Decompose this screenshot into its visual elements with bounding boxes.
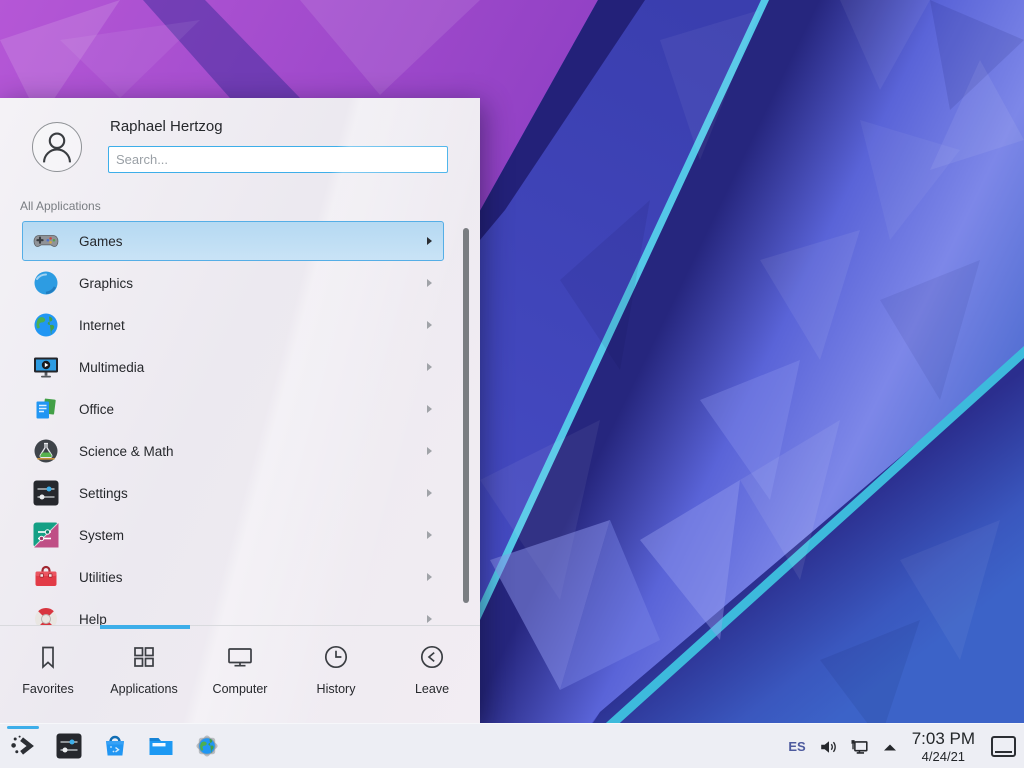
clock-date: 4/24/21 <box>912 750 975 763</box>
expand-arrow-icon[interactable] <box>882 742 898 752</box>
tab-history[interactable]: History <box>288 626 384 723</box>
application-category-list: Games Graphics Internet Multimedia Office Sci… <box>0 220 480 625</box>
user-avatar-icon <box>32 122 82 172</box>
submenu-arrow-icon <box>427 489 432 497</box>
system-settings-launcher[interactable] <box>54 731 84 761</box>
category-label: Office <box>79 402 480 417</box>
show-desktop-button[interactable] <box>991 736 1016 757</box>
clock-time: 7:03 PM <box>912 730 975 747</box>
tab-computer[interactable]: Computer <box>192 626 288 723</box>
category-label: Help <box>79 612 480 626</box>
category-row-office[interactable]: Office <box>0 388 480 430</box>
category-row-internet[interactable]: Internet <box>0 304 480 346</box>
scrollbar-thumb[interactable] <box>463 228 469 603</box>
category-row-multimedia[interactable]: Multimedia <box>0 346 480 388</box>
graphics-icon <box>32 269 60 297</box>
office-icon <box>32 395 60 423</box>
active-tab-indicator <box>100 625 190 629</box>
submenu-arrow-icon <box>427 573 432 581</box>
launcher-open-indicator <box>7 726 39 729</box>
taskbar-panel: ES 7:03 PM 4/24/21 <box>0 723 1024 768</box>
tab-label: History <box>317 682 356 696</box>
category-row-system[interactable]: System <box>0 514 480 556</box>
submenu-arrow-icon <box>427 363 432 371</box>
digital-clock[interactable]: 7:03 PM 4/24/21 <box>912 730 975 763</box>
category-row-utilities[interactable]: Utilities <box>0 556 480 598</box>
section-label: All Applications <box>20 199 101 213</box>
panel-launchers <box>8 731 222 761</box>
desktop: Raphael Hertzog All Applications Games Gr… <box>0 0 1024 768</box>
help-icon <box>32 605 60 625</box>
category-row-games[interactable]: Games <box>0 220 480 262</box>
category-row-settings[interactable]: Settings <box>0 472 480 514</box>
history-icon <box>321 642 351 672</box>
computer-icon <box>225 642 255 672</box>
tab-label: Applications <box>110 682 177 696</box>
category-label: Graphics <box>79 276 480 291</box>
keyboard-layout-indicator[interactable]: ES <box>788 739 805 754</box>
category-label: Science & Math <box>79 444 480 459</box>
application-launcher-popup: Raphael Hertzog All Applications Games Gr… <box>0 98 480 723</box>
multimedia-icon <box>32 353 60 381</box>
utilities-icon <box>32 563 60 591</box>
category-label: Utilities <box>79 570 480 585</box>
category-label: Games <box>79 234 480 249</box>
discover-launcher[interactable] <box>100 731 130 761</box>
category-row-science-math[interactable]: Science & Math <box>0 430 480 472</box>
tray-icons <box>818 736 912 758</box>
file-manager-launcher[interactable] <box>146 731 176 761</box>
user-name: Raphael Hertzog <box>110 118 223 135</box>
category-label: Multimedia <box>79 360 480 375</box>
applications-icon <box>129 642 159 672</box>
category-label: Settings <box>79 486 480 501</box>
submenu-arrow-icon <box>427 237 432 245</box>
application-launcher-button[interactable] <box>8 731 38 761</box>
volume-icon[interactable] <box>818 736 840 758</box>
games-icon <box>32 227 60 255</box>
settings-icon <box>32 479 60 507</box>
category-label: Internet <box>79 318 480 333</box>
science-icon <box>32 437 60 465</box>
favorites-icon <box>33 642 63 672</box>
tab-label: Computer <box>213 682 268 696</box>
submenu-arrow-icon <box>427 321 432 329</box>
tab-label: Leave <box>415 682 449 696</box>
tab-favorites[interactable]: Favorites <box>0 626 96 723</box>
category-row-help[interactable]: Help <box>0 598 480 625</box>
system-tray: ES 7:03 PM 4/24/21 <box>788 724 1016 768</box>
submenu-arrow-icon <box>427 405 432 413</box>
launcher-tab-bar: Favorites Applications Computer History Leav… <box>0 625 480 723</box>
submenu-arrow-icon <box>427 447 432 455</box>
leave-icon <box>417 642 447 672</box>
tab-applications[interactable]: Applications <box>96 626 192 723</box>
network-wired-icon[interactable] <box>848 736 870 758</box>
web-browser-launcher[interactable] <box>192 731 222 761</box>
submenu-arrow-icon <box>427 615 432 623</box>
submenu-arrow-icon <box>427 279 432 287</box>
tab-leave[interactable]: Leave <box>384 626 480 723</box>
system-icon <box>32 521 60 549</box>
submenu-arrow-icon <box>427 531 432 539</box>
desktop-icon <box>995 751 1012 753</box>
category-label: System <box>79 528 480 543</box>
tab-label: Favorites <box>22 682 73 696</box>
internet-icon <box>32 311 60 339</box>
category-row-graphics[interactable]: Graphics <box>0 262 480 304</box>
search-input[interactable] <box>108 146 448 173</box>
